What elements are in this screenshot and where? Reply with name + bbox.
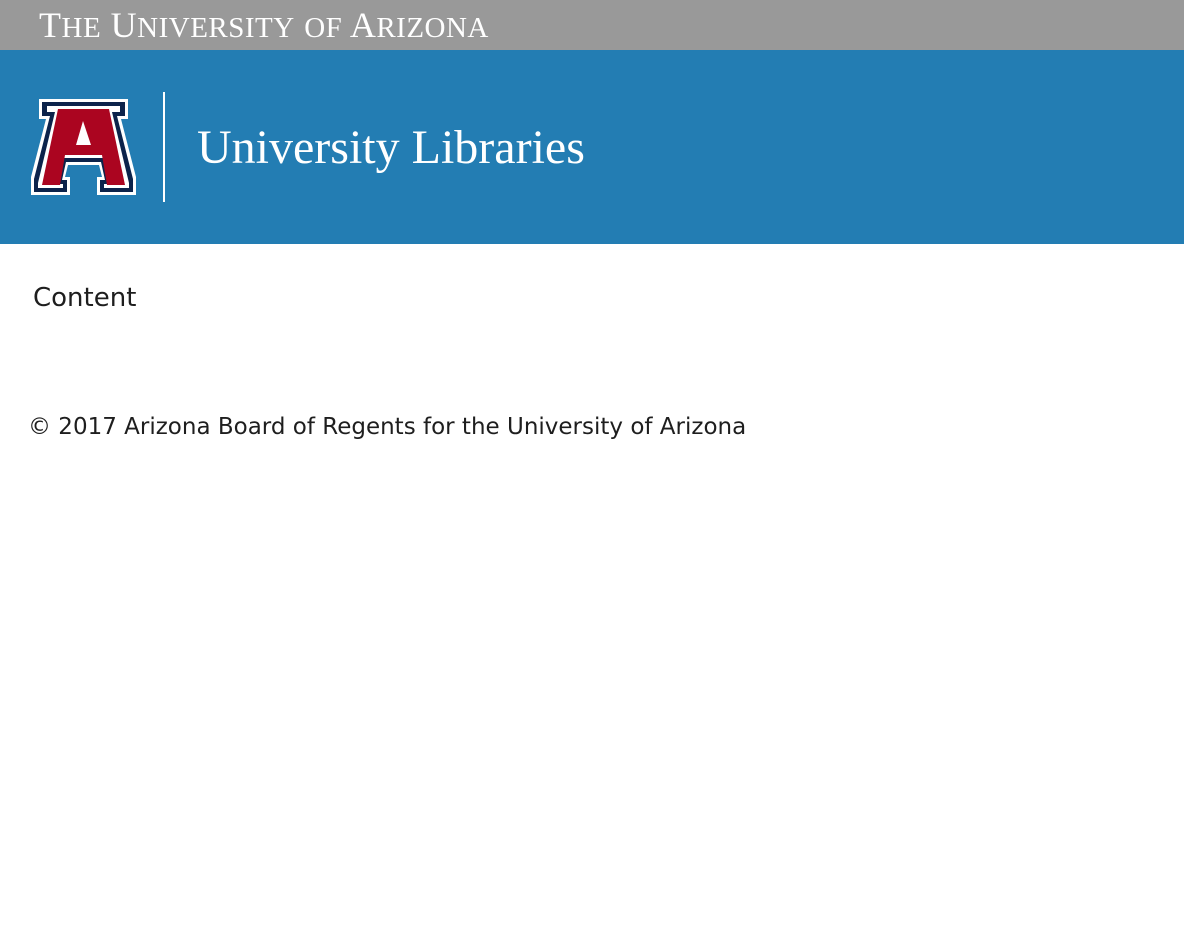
footer-copyright: © 2017 Arizona Board of Regents for the … bbox=[28, 414, 747, 440]
university-name-part: U bbox=[110, 5, 138, 45]
university-header-bar: THE UNIVERSITY OF ARIZONA bbox=[0, 0, 1184, 50]
university-name-part: T bbox=[39, 5, 62, 45]
content-label: Content bbox=[33, 283, 137, 313]
banner-divider bbox=[163, 92, 165, 202]
university-name-part: HE bbox=[61, 12, 102, 44]
university-name-part: OF bbox=[304, 12, 343, 44]
arizona-block-a-logo-icon[interactable] bbox=[31, 99, 136, 195]
library-title-link[interactable]: University Libraries bbox=[197, 118, 585, 178]
university-name-link[interactable]: THE UNIVERSITY OF ARIZONA bbox=[39, 4, 489, 49]
university-name-part: RIZONA bbox=[376, 12, 489, 44]
university-name-part: NIVERSITY bbox=[137, 12, 295, 44]
library-banner: University Libraries bbox=[0, 50, 1184, 244]
university-name-part: A bbox=[349, 5, 377, 45]
